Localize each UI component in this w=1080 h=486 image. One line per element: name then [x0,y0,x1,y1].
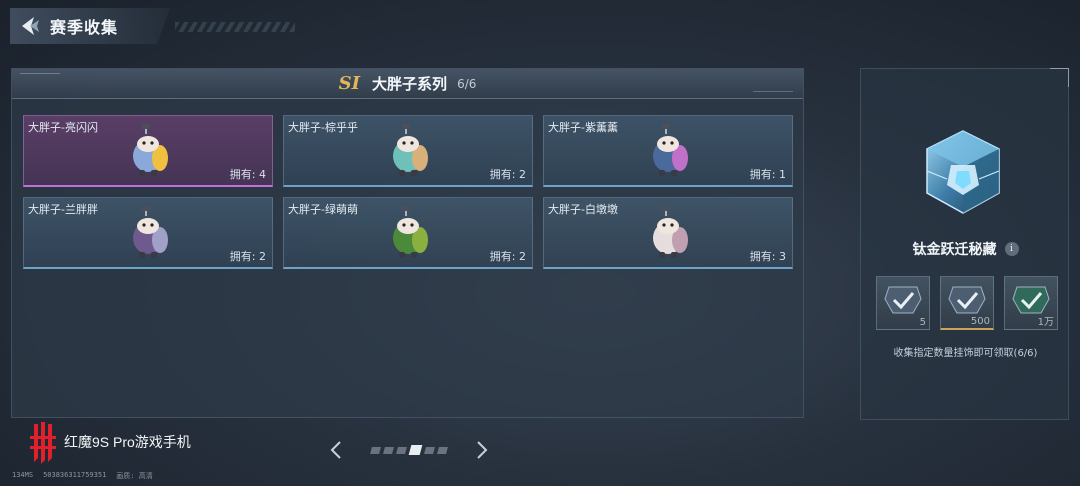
titanium-chest-icon[interactable] [921,127,1005,217]
charm-name: 大胖子-亮闪闪 [28,121,98,134]
page-dot[interactable] [408,445,423,455]
chevron-right-icon [477,441,488,459]
back-button[interactable] [10,8,50,44]
tier-amount: 500 [970,316,990,327]
tier-amount: 1万 [1037,317,1054,328]
collection-panel: SI 大胖子系列 6/6 大胖子-亮闪闪 拥有: 4 大胖子-棕乎乎 拥有: 2 大胖子… [11,68,804,418]
series-header: SI 大胖子系列 6/6 [12,69,803,99]
quality-readout: 画质: 高清 [116,472,153,480]
series-name: 大胖子系列 [372,75,448,93]
page-dot[interactable] [437,446,448,454]
page-dot[interactable] [370,446,381,454]
charm-figure-icon [646,206,692,260]
charm-card[interactable]: 大胖子-绿萌萌拥有: 2 [283,197,533,269]
series-count: 6/6 [457,76,477,91]
header-line-decoration [20,73,60,76]
footer-info: 134MS 503836311759351 画质: 高清 [12,471,153,481]
player-uid: 503836311759351 [43,471,107,479]
owned-count: 拥有: 4 [229,168,266,181]
page-dot[interactable] [424,446,435,454]
info-icon[interactable]: i [1004,242,1019,256]
header-decoration [175,22,295,32]
charm-name: 大胖子-白墩墩 [548,203,618,216]
owned-count: 拥有: 2 [229,250,266,263]
charm-card[interactable]: 大胖子-紫薰薰拥有: 1 [543,115,793,187]
top-bar: 赛季收集 [10,8,170,44]
owned-count: 拥有: 2 [489,168,526,181]
brand-text: 红魔9S Pro游戏手机 [64,434,191,450]
reward-title-row: 钛金跃迁秘藏 i [861,239,1070,259]
red-magic-logo-icon [30,422,56,464]
page-dot[interactable] [383,446,394,454]
check-badge-icon [948,286,986,314]
charm-figure-icon [386,206,432,260]
charm-name: 大胖子-棕乎乎 [288,121,358,134]
reward-description: 收集指定数量挂饰即可领取(6/6) [893,348,1038,359]
page-dot[interactable] [396,446,407,454]
check-badge-icon [1012,286,1050,314]
reward-tier[interactable]: 5 [876,276,930,330]
owned-count: 拥有: 2 [489,250,526,263]
next-page-button[interactable] [472,438,492,462]
charm-card[interactable]: 大胖子-白墩墩拥有: 3 [543,197,793,269]
charm-figure-icon [126,124,172,178]
tier-amount: 5 [919,317,926,328]
charm-card[interactable]: 大胖子-兰胖胖拥有: 2 [23,197,273,269]
reward-panel: 钛金跃迁秘藏 i 5 500 1万 收集指定数量挂饰即可领取(6/6) [860,68,1069,420]
reward-tier[interactable]: 500 [940,276,994,330]
check-badge-icon [884,286,922,314]
reward-tier[interactable]: 1万 [1004,276,1058,330]
charm-figure-icon [126,206,172,260]
charm-grid: 大胖子-亮闪闪 拥有: 4 大胖子-棕乎乎 拥有: 2 大胖子-紫薰薰 拥有: 1 大胖子-… [23,115,795,269]
ping-readout: 134MS [12,471,34,479]
chevron-left-icon [330,441,341,459]
page-dots [370,445,448,455]
reward-title: 钛金跃迁秘藏 [912,242,997,258]
charm-figure-icon [646,124,692,178]
brand-watermark: 红魔9S Pro游戏手机 [28,420,191,464]
charm-figure-icon [386,124,432,178]
charm-card[interactable]: 大胖子-棕乎乎拥有: 2 [283,115,533,187]
reward-tiers: 5 500 1万 [876,276,1058,330]
page-title: 赛季收集 [50,18,119,37]
charm-card[interactable]: 大胖子-亮闪闪拥有: 4 [23,115,273,187]
pager [326,438,492,462]
season-badge-icon: SI [338,73,361,94]
owned-count: 拥有: 1 [749,168,786,181]
prev-page-button[interactable] [326,438,346,462]
header-line-decoration [753,91,793,92]
owned-count: 拥有: 3 [749,250,786,263]
charm-name: 大胖子-紫薰薰 [548,121,618,134]
charm-name: 大胖子-绿萌萌 [288,203,358,216]
charm-name: 大胖子-兰胖胖 [28,203,98,216]
back-arrow-icon [22,17,39,35]
